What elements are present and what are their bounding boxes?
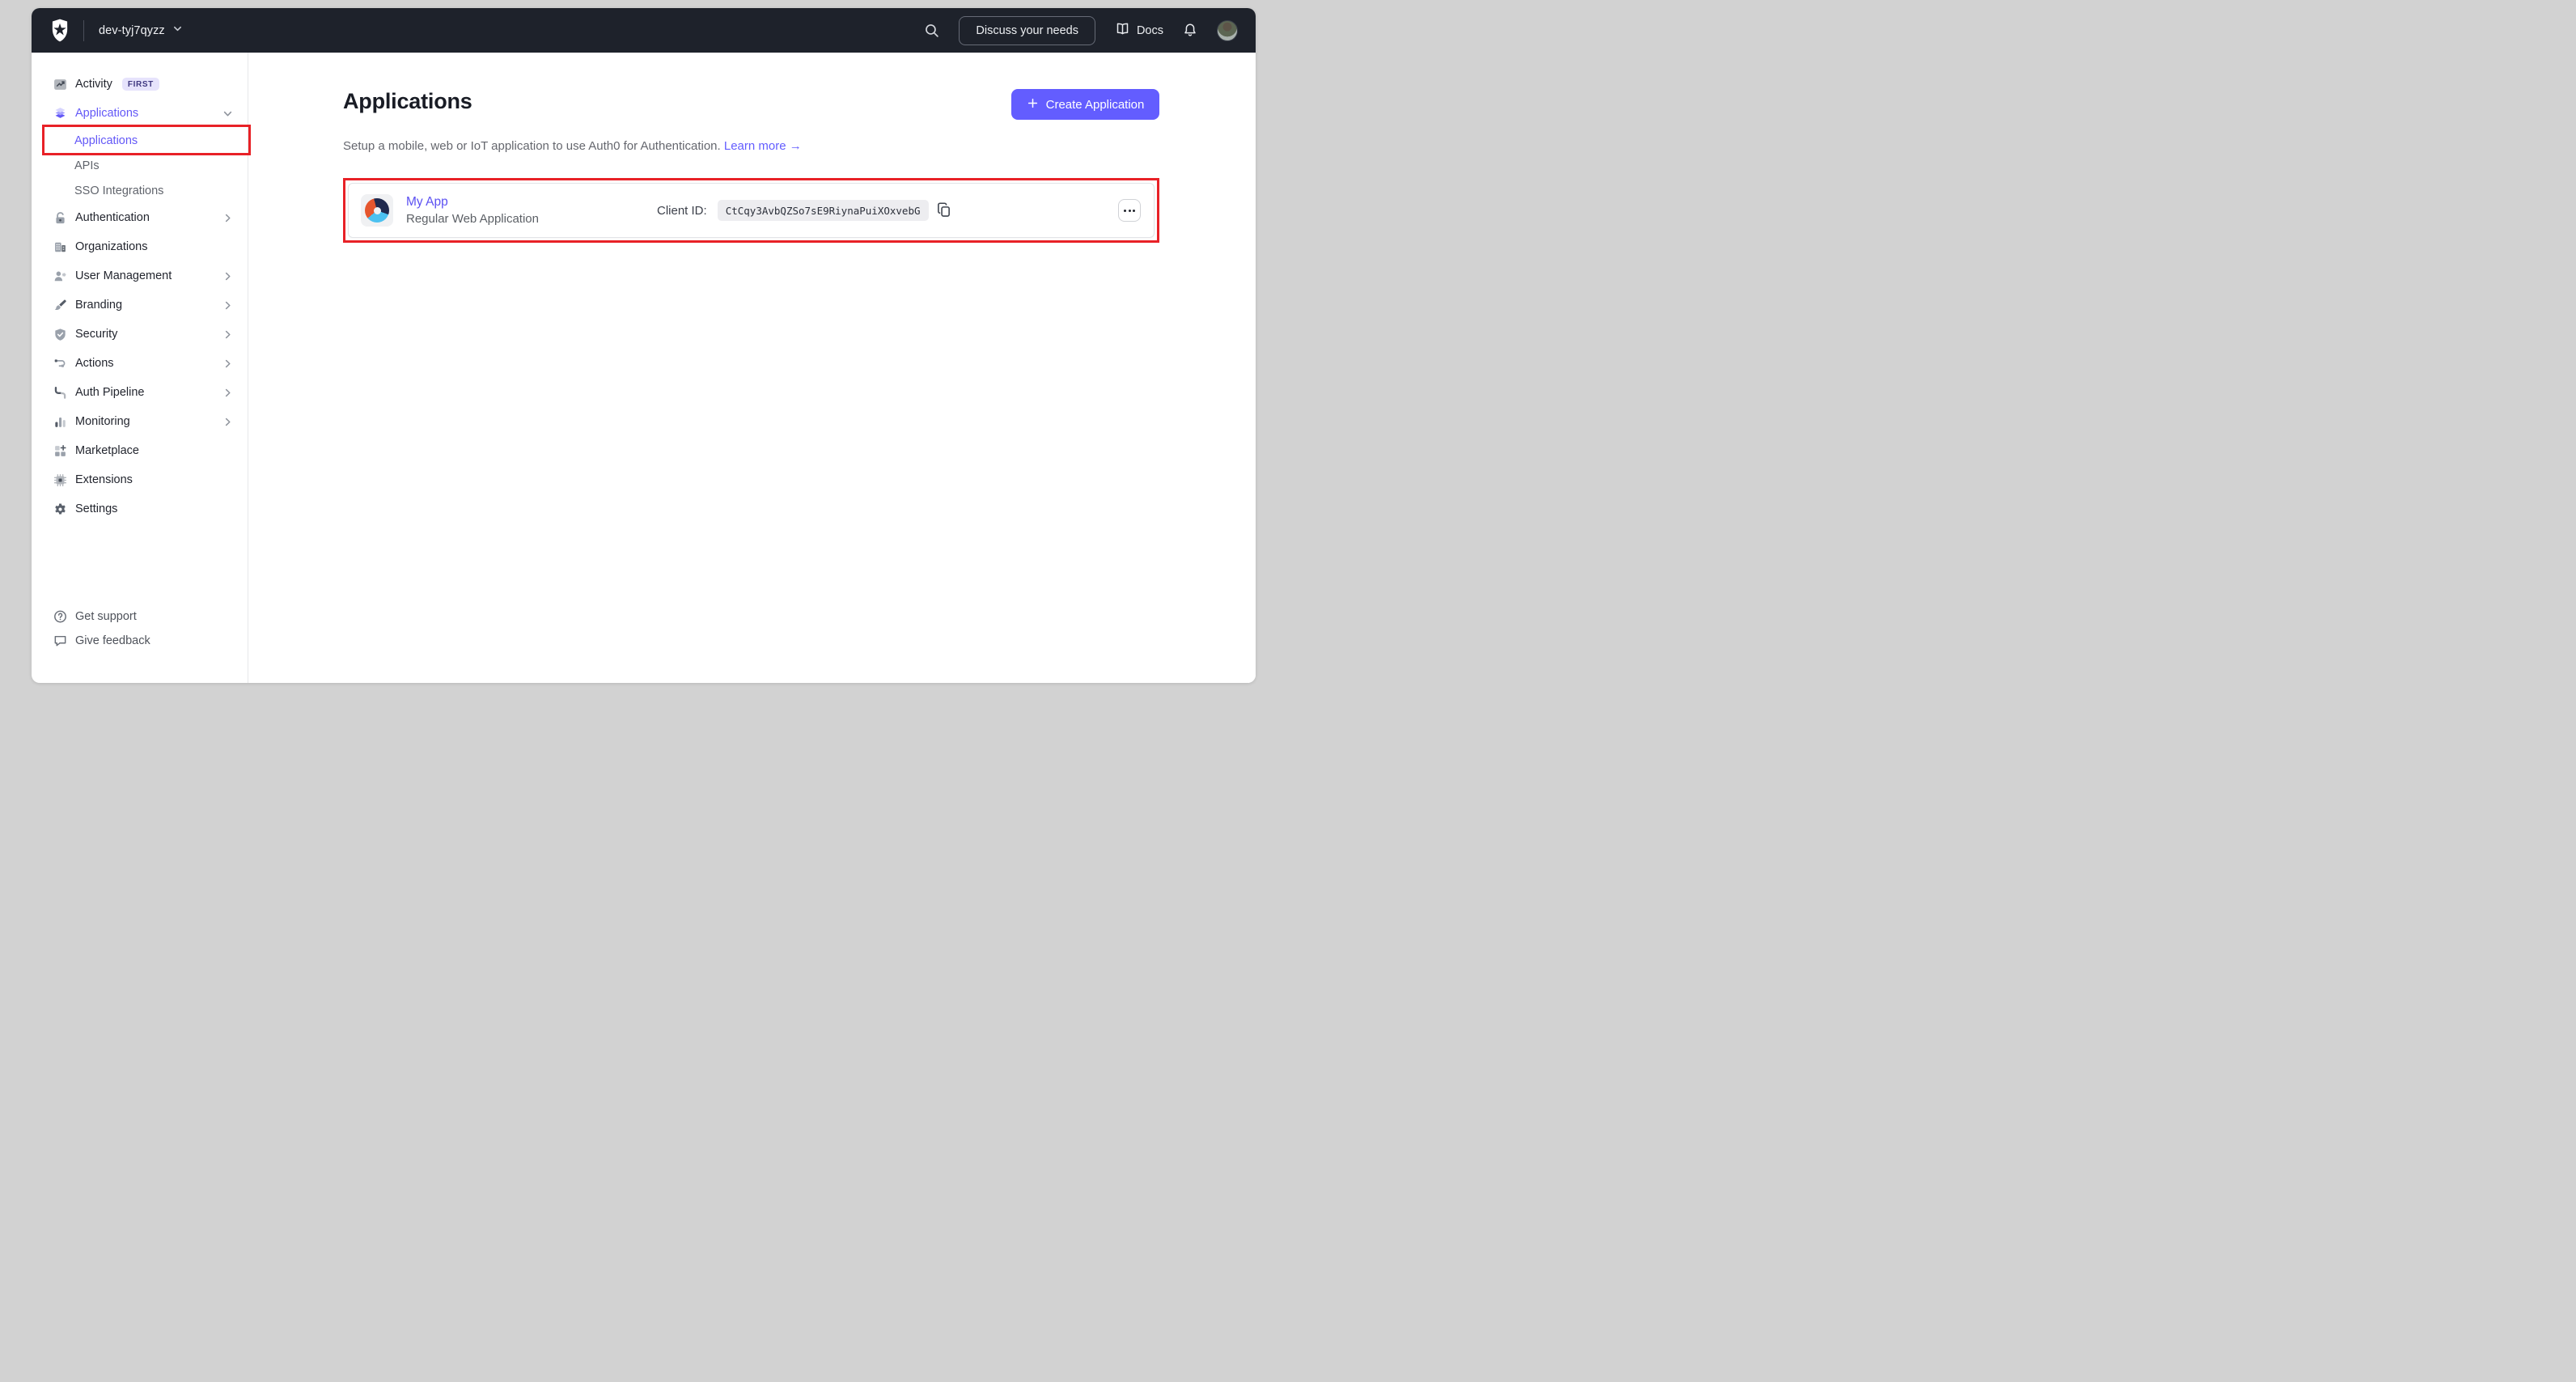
applications-icon <box>53 107 67 121</box>
sidebar-item-label: Branding <box>75 299 123 312</box>
tenant-name: dev-tyj7qyzz <box>99 23 165 37</box>
sidebar-item-get-support[interactable]: Get support <box>32 604 248 629</box>
plus-icon <box>1027 97 1039 112</box>
sidebar-subitem-apis[interactable]: APIs <box>32 153 248 178</box>
sidebar-item-branding[interactable]: Branding <box>32 290 248 320</box>
chevron-down-icon <box>172 23 183 38</box>
user-management-icon <box>53 269 67 283</box>
sidebar-subitem-label: APIs <box>74 159 100 172</box>
sidebar-item-actions[interactable]: Actions <box>32 349 248 378</box>
sidebar-item-monitoring[interactable]: Monitoring <box>32 407 248 436</box>
top-navbar: dev-tyj7qyzz Discuss your needs Docs <box>32 8 1256 53</box>
sidebar-item-marketplace[interactable]: Marketplace <box>32 436 248 465</box>
copy-icon[interactable] <box>936 202 951 218</box>
sidebar-item-extensions[interactable]: Extensions <box>32 465 248 494</box>
sidebar-item-user-management[interactable]: User Management <box>32 261 248 290</box>
sidebar-item-label: Actions <box>75 357 114 370</box>
sidebar-item-label: Monitoring <box>75 415 130 428</box>
discuss-your-needs-button[interactable]: Discuss your needs <box>959 15 1095 45</box>
sidebar-item-organizations[interactable]: Organizations <box>32 232 248 261</box>
page-title: Applications <box>343 89 472 113</box>
monitoring-icon <box>53 415 67 429</box>
page-subtitle: Setup a mobile, web or IoT application t… <box>343 139 802 153</box>
marketplace-icon <box>53 444 67 458</box>
sidebar-item-label: Give feedback <box>75 634 150 647</box>
app-logo <box>361 194 393 227</box>
authentication-icon <box>53 211 67 225</box>
actions-icon <box>53 357 67 371</box>
sidebar-item-settings[interactable]: Settings <box>32 494 248 524</box>
sidebar-item-label: Auth Pipeline <box>75 386 145 399</box>
docs-link[interactable]: Docs <box>1115 22 1163 39</box>
sidebar-item-security[interactable]: Security <box>32 320 248 349</box>
chevron-right-icon <box>222 329 233 340</box>
sidebar-item-label: Extensions <box>75 473 133 486</box>
client-id-value: CtCqy3AvbQZSo7sE9RiynaPuiXOxvebG <box>717 200 929 221</box>
chevron-right-icon <box>222 213 233 223</box>
help-icon <box>53 609 67 624</box>
sidebar-item-label: Security <box>75 328 118 341</box>
book-icon <box>1115 22 1130 39</box>
extensions-icon <box>53 473 67 487</box>
sidebar-item-label: Get support <box>75 610 137 623</box>
branding-icon <box>53 299 67 312</box>
chevron-right-icon <box>222 358 233 369</box>
avatar[interactable] <box>1217 19 1238 41</box>
sidebar-item-applications[interactable]: Applications <box>32 99 248 128</box>
application-card[interactable]: My App Regular Web Application Client ID… <box>348 183 1155 238</box>
sidebar-item-label: Marketplace <box>75 444 139 457</box>
chevron-right-icon <box>222 300 233 311</box>
sidebar-item-auth-pipeline[interactable]: Auth Pipeline <box>32 378 248 407</box>
sidebar-item-authentication[interactable]: Authentication <box>32 203 248 232</box>
tenant-switcher[interactable]: dev-tyj7qyzz <box>99 23 183 38</box>
sidebar-item-label: Settings <box>75 502 118 515</box>
sidebar-item-label: Activity <box>75 78 112 91</box>
create-application-button[interactable]: Create Application <box>1011 89 1159 120</box>
security-icon <box>53 328 67 341</box>
sidebar-subitem-label: SSO Integrations <box>74 184 164 197</box>
sidebar-subitem-applications[interactable]: Applications <box>32 125 251 155</box>
settings-icon <box>53 502 67 516</box>
navbar-divider <box>83 19 84 41</box>
sidebar: Activity FIRST Applications Applications API… <box>32 53 251 683</box>
arrow-right-icon: → <box>789 139 802 153</box>
notifications-bell-icon[interactable] <box>1183 23 1197 38</box>
sidebar-item-give-feedback[interactable]: Give feedback <box>32 629 248 653</box>
app-window: dev-tyj7qyzz Discuss your needs Docs Act… <box>32 8 1256 683</box>
main-content: Applications Create Application Setup a … <box>248 53 1256 683</box>
sidebar-subitem-label: Applications <box>74 134 138 147</box>
chevron-down-icon <box>222 108 233 119</box>
feedback-icon <box>53 634 67 648</box>
chevron-right-icon <box>222 417 233 427</box>
chevron-right-icon <box>222 271 233 282</box>
app-logo-pinwheel-icon <box>365 198 389 223</box>
organizations-icon <box>53 240 67 254</box>
app-name-link[interactable]: My App <box>406 195 539 210</box>
activity-icon <box>53 78 67 91</box>
client-id-label: Client ID: <box>657 203 707 218</box>
learn-more-link[interactable]: Learn more <box>724 139 786 153</box>
app-menu-button[interactable] <box>1118 199 1141 222</box>
sidebar-item-label: Applications <box>75 107 139 120</box>
search-icon[interactable] <box>924 23 939 38</box>
sidebar-item-label: Organizations <box>75 240 148 253</box>
sidebar-subitem-sso-integrations[interactable]: SSO Integrations <box>32 178 248 203</box>
annotation-box-sidebar <box>42 125 251 155</box>
auth-pipeline-icon <box>53 386 67 400</box>
auth0-logo-icon[interactable] <box>49 19 70 42</box>
sidebar-item-label: Authentication <box>75 211 150 224</box>
sidebar-item-activity[interactable]: Activity FIRST <box>32 70 248 99</box>
docs-label: Docs <box>1136 23 1163 37</box>
app-type-label: Regular Web Application <box>406 212 539 226</box>
first-badge: FIRST <box>121 78 159 91</box>
sidebar-item-label: User Management <box>75 269 172 282</box>
chevron-right-icon <box>222 388 233 398</box>
